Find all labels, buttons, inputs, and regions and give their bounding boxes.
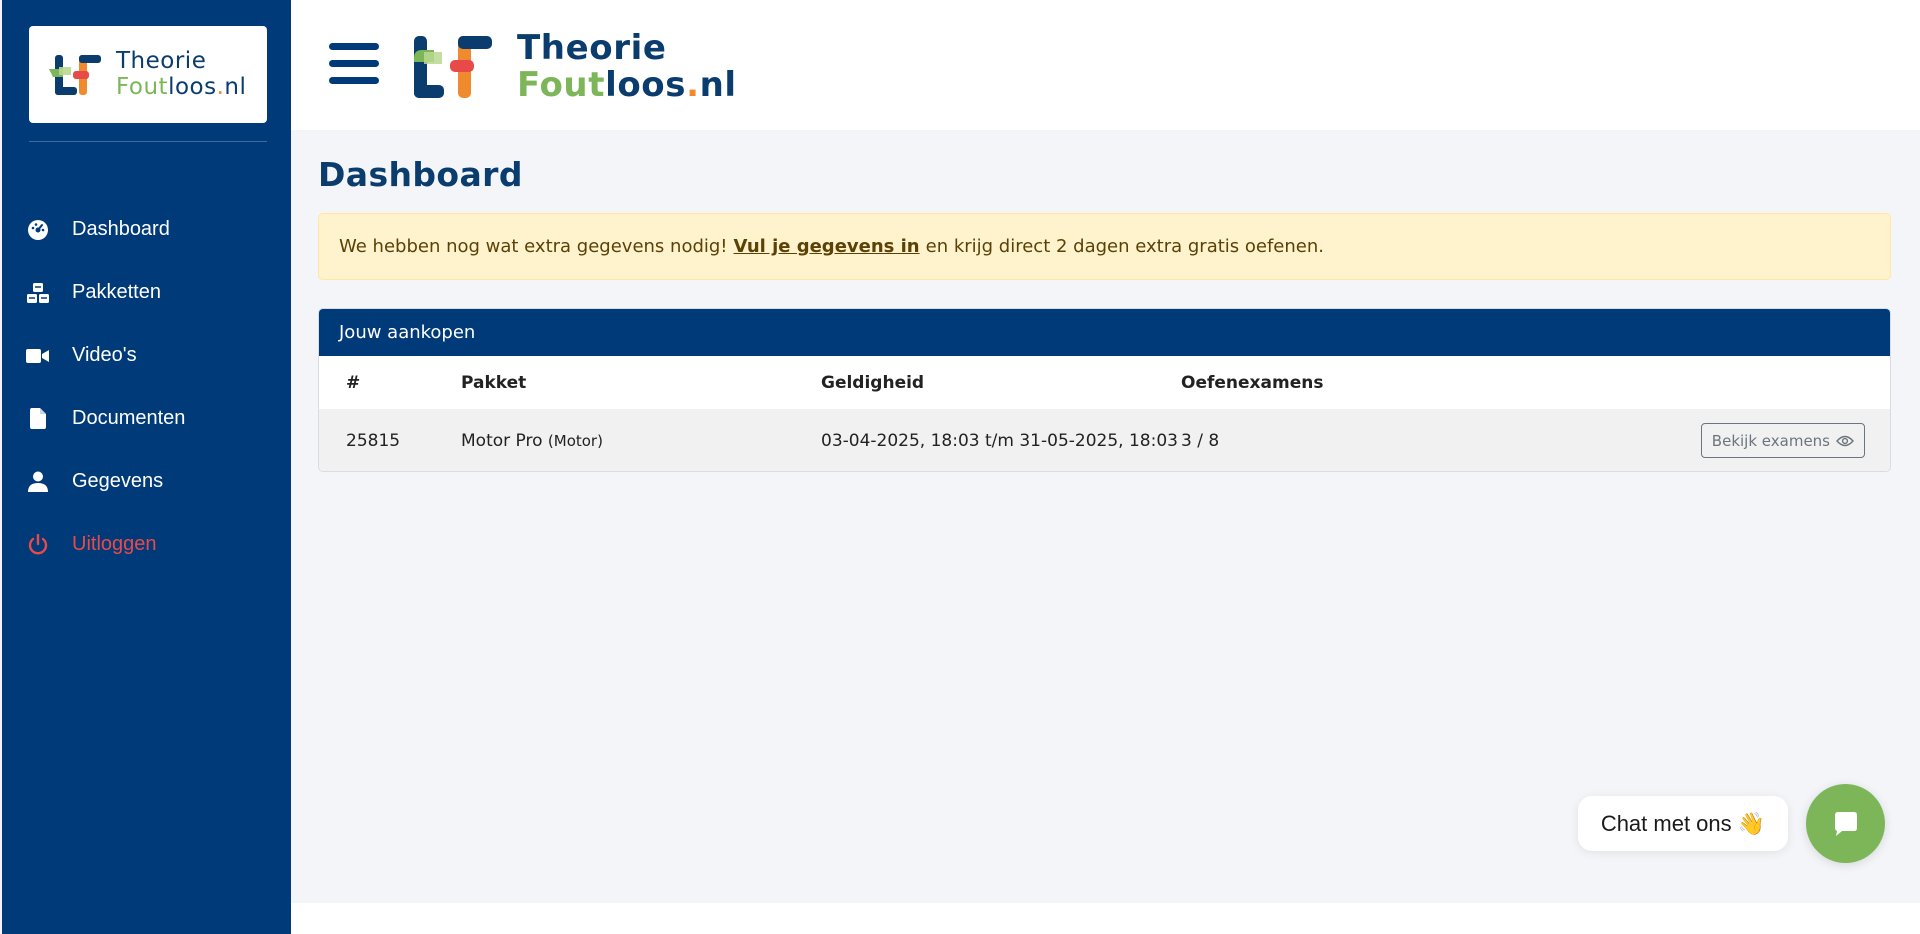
brand-line-1: Theorie	[116, 48, 207, 74]
user-icon	[26, 470, 50, 494]
brand-nl: nl	[699, 65, 737, 105]
hamburger-bar	[329, 77, 379, 84]
sidebar-logo[interactable]: Theorie Foutloos.nl	[29, 26, 267, 123]
brand-fout: Fout	[517, 65, 606, 105]
sidebar-item-videos[interactable]: Video's	[2, 324, 291, 387]
sidebar-nav: Dashboard Pakketten Video's Documenten G…	[2, 198, 291, 576]
footer-strip	[291, 903, 1920, 934]
view-exams-label: Bekijk examens	[1711, 431, 1830, 450]
cubes-icon	[26, 281, 50, 305]
sidebar-item-label: Dashboard	[72, 218, 170, 240]
chat-icon	[1834, 811, 1857, 836]
sidebar-item-label: Uitloggen	[72, 533, 157, 555]
fill-in-details-link[interactable]: Vul je gegevens in	[734, 236, 920, 257]
col-header-validity: Geldigheid	[821, 372, 925, 393]
hamburger-bar	[329, 60, 379, 67]
sidebar: Theorie Foutloos.nl Dashboard Pakketten …	[2, 0, 291, 934]
cell-package: Motor Pro (Motor)	[461, 431, 603, 451]
col-header-id: #	[346, 372, 361, 393]
col-header-exams: Oefenexamens	[1181, 372, 1324, 393]
package-name: Motor Pro	[461, 430, 543, 451]
cell-validity: 03-04-2025, 18:03 t/m 31-05-2025, 18:03	[821, 430, 1178, 451]
table-row: 25815 Motor Pro (Motor) 03-04-2025, 18:0…	[319, 409, 1890, 471]
page-title: Dashboard	[318, 155, 523, 194]
logo-mark-icon	[49, 55, 101, 95]
brand-loos: loos	[605, 65, 687, 105]
package-category: (Motor)	[547, 431, 603, 450]
col-header-package: Pakket	[461, 372, 527, 393]
purchases-card: Jouw aankopen # Pakket Geldigheid Oefene…	[318, 308, 1891, 472]
brand-dot: .	[686, 65, 700, 105]
alert-text-before: We hebben nog wat extra gegevens nodig!	[339, 236, 728, 257]
sidebar-divider	[29, 141, 267, 142]
hamburger-bar	[329, 43, 379, 50]
document-icon	[26, 407, 50, 431]
chat-open-button[interactable]	[1806, 784, 1885, 863]
speedometer-icon	[26, 218, 50, 242]
header-logo-text: Theorie Foutloos.nl	[517, 30, 737, 104]
video-camera-icon	[26, 344, 50, 368]
sidebar-item-gegevens[interactable]: Gegevens	[2, 450, 291, 513]
cell-id: 25815	[346, 430, 401, 451]
cell-exams: 3 / 8	[1181, 430, 1220, 451]
chat-prompt-bubble[interactable]: Chat met ons 👋	[1578, 796, 1788, 851]
logo-mark-icon	[414, 36, 492, 98]
chat-prompt-label: Chat met ons	[1600, 810, 1732, 836]
sidebar-item-label: Video's	[72, 344, 137, 366]
sidebar-item-label: Gegevens	[72, 470, 164, 492]
purchases-card-title: Jouw aankopen	[319, 309, 1890, 356]
alert-text-after: en krijg direct 2 dagen extra gratis oef…	[925, 236, 1324, 257]
sidebar-item-pakketten[interactable]: Pakketten	[2, 261, 291, 324]
menu-toggle-button[interactable]	[329, 43, 379, 87]
brand-fout: Fout	[116, 74, 169, 100]
sidebar-item-uitloggen[interactable]: Uitloggen	[2, 513, 291, 576]
sidebar-item-dashboard[interactable]: Dashboard	[2, 198, 291, 261]
power-icon	[26, 533, 50, 557]
view-exams-button[interactable]: Bekijk examens	[1700, 423, 1865, 458]
missing-details-alert: We hebben nog wat extra gegevens nodig! …	[318, 213, 1891, 280]
top-header: Theorie Foutloos.nl	[291, 0, 1920, 130]
sidebar-item-label: Pakketten	[72, 281, 161, 303]
sidebar-item-label: Documenten	[72, 407, 186, 429]
eye-icon	[1836, 435, 1854, 447]
brand-nl: nl	[224, 74, 247, 100]
sidebar-item-documenten[interactable]: Documenten	[2, 387, 291, 450]
table-header-row: # Pakket Geldigheid Oefenexamens	[319, 356, 1890, 409]
sidebar-logo-text: Theorie Foutloos.nl	[116, 48, 246, 100]
brand-line-1: Theorie	[517, 28, 667, 68]
waving-hand-icon: 👋	[1737, 810, 1766, 836]
brand-loos: loos	[168, 74, 217, 100]
